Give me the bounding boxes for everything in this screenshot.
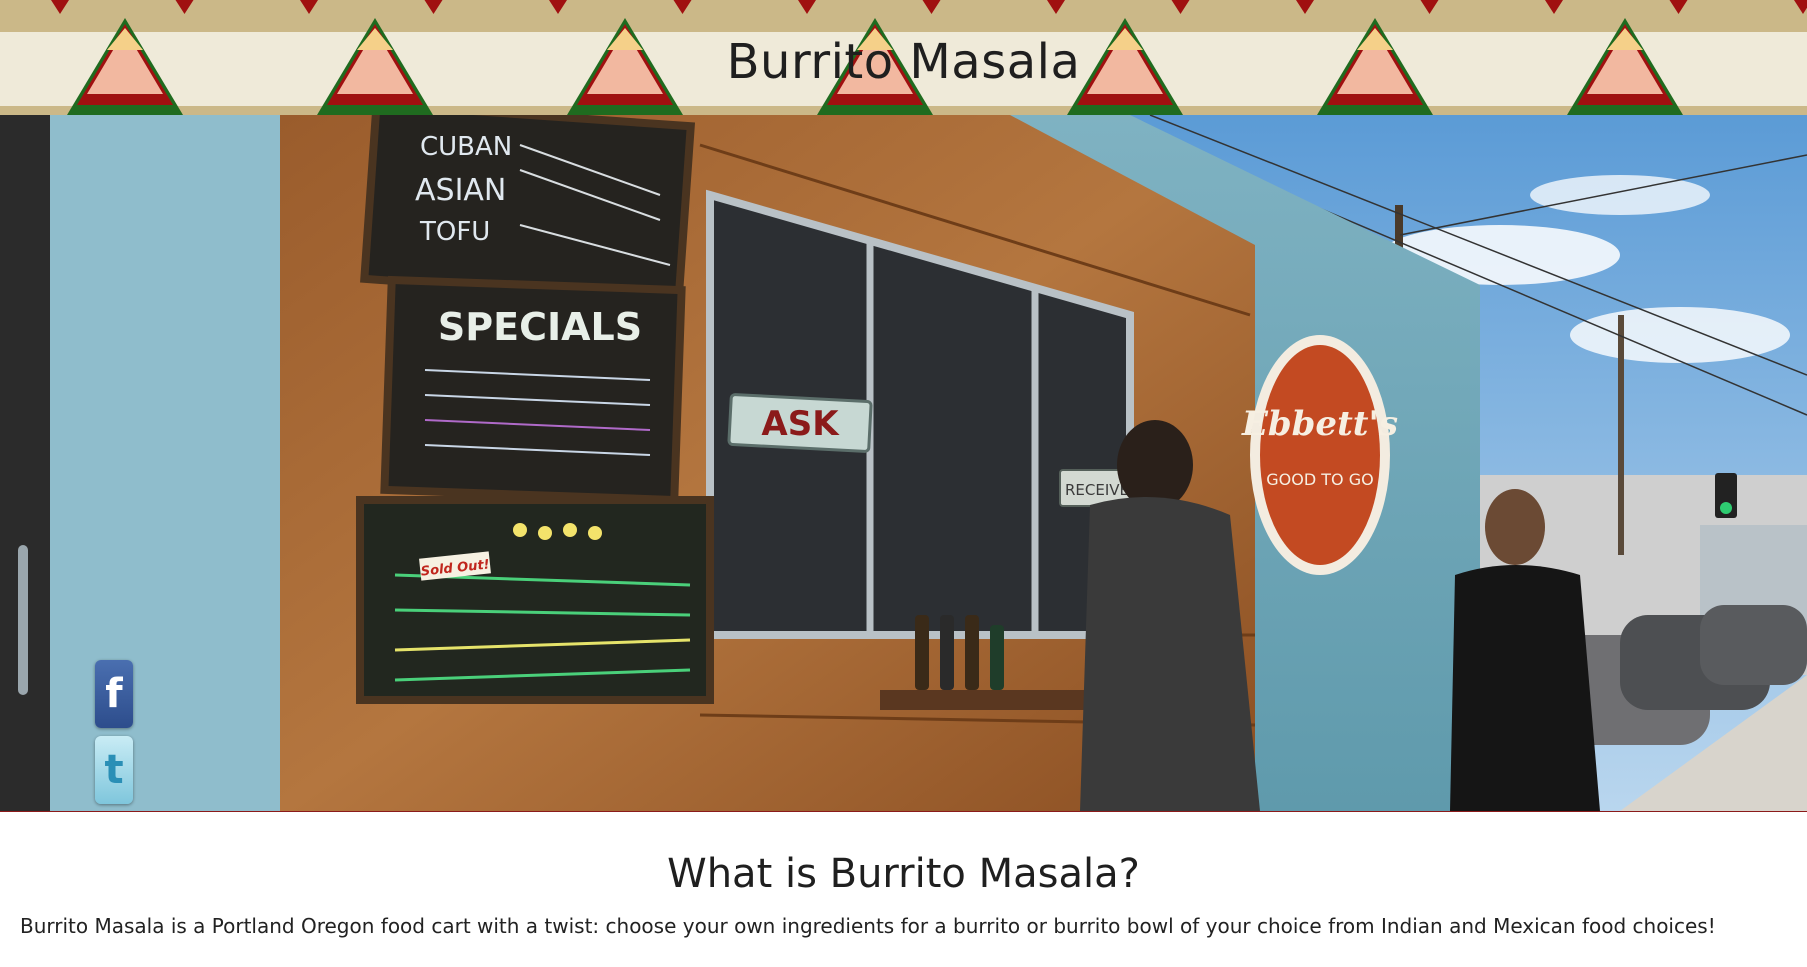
about-section: What is Burrito Masala? Burrito Masala i… (0, 850, 1807, 940)
twitter-icon: t (104, 747, 124, 793)
about-text: Burrito Masala is a Portland Oregon food… (20, 914, 1716, 938)
facebook-icon: f (105, 671, 123, 717)
chalkboard-sandwiches: CUBAN ASIAN TOFU (360, 115, 696, 306)
truck-tagline-text: GOOD TO GO (1266, 470, 1373, 489)
bottle (965, 615, 979, 690)
social-links: f t (95, 660, 133, 811)
door-handle (18, 545, 28, 695)
site-header: Burrito Masala (0, 0, 1807, 115)
site-title: Burrito Masala (726, 34, 1081, 90)
food-truck-photo: ASK RECEIVE CUBAN ASIAN TOFU SPECIALS So… (0, 115, 1807, 811)
specials-heading: SPECIALS (438, 305, 642, 349)
bottle (940, 615, 954, 690)
utility-pole (1618, 315, 1624, 555)
banner-top-band (0, 0, 1807, 32)
ask-sign: ASK (727, 393, 873, 453)
traffic-light-green (1720, 502, 1732, 514)
truck-door (50, 115, 280, 811)
hero-image: ASK RECEIVE CUBAN ASIAN TOFU SPECIALS So… (0, 115, 1807, 812)
svg-text:TOFU: TOFU (419, 217, 490, 247)
svg-text:CUBAN: CUBAN (420, 132, 512, 162)
truck-brand-text: Ebbett's (1241, 404, 1398, 444)
facebook-link[interactable]: f (95, 660, 133, 728)
about-heading: What is Burrito Masala? (667, 851, 1140, 897)
chalkboard-menu: Sold Out! (356, 496, 714, 704)
bottle (990, 625, 1004, 690)
bottle (915, 615, 929, 690)
ask-sign-text: ASK (761, 404, 840, 444)
svg-text:ASIAN: ASIAN (415, 173, 506, 208)
truck-edge (0, 115, 50, 811)
cloud (1530, 175, 1710, 215)
twitter-link[interactable]: t (95, 736, 133, 804)
receive-sign-text: RECEIVE (1065, 481, 1129, 499)
chalkboard-specials: SPECIALS (380, 275, 686, 505)
parked-car (1700, 605, 1807, 685)
